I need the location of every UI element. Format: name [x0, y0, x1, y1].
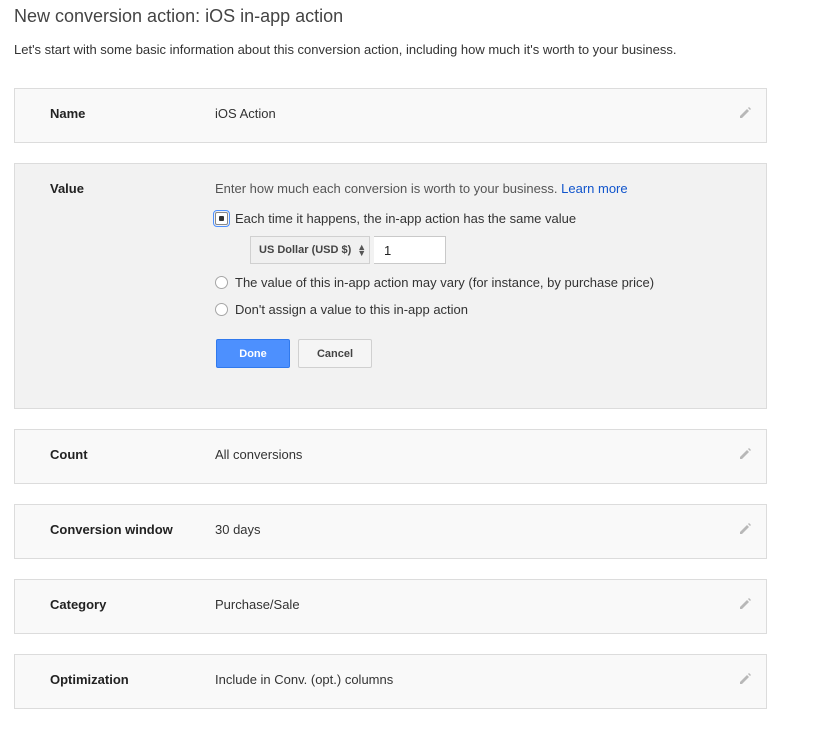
radio-label: Each time it happens, the in-app action … — [235, 211, 577, 226]
category-panel: Category Purchase/Sale — [14, 579, 767, 634]
cancel-button[interactable]: Cancel — [298, 339, 372, 368]
radio-value-varies[interactable]: The value of this in-app action may vary… — [215, 275, 654, 290]
optimization-panel: Optimization Include in Conv. (opt.) col… — [14, 654, 767, 709]
category-value: Purchase/Sale — [215, 597, 300, 612]
name-label: Name — [50, 106, 86, 121]
name-value: iOS Action — [215, 106, 276, 121]
amount-input[interactable] — [374, 236, 446, 264]
pencil-icon[interactable] — [738, 447, 752, 461]
pencil-icon[interactable] — [738, 597, 752, 611]
pencil-icon[interactable] — [738, 106, 752, 120]
radio-button[interactable] — [215, 276, 228, 289]
done-button[interactable]: Done — [216, 339, 290, 368]
conversion-window-value: 30 days — [215, 522, 261, 537]
learn-more-link[interactable]: Learn more — [561, 181, 627, 196]
pencil-icon[interactable] — [738, 672, 752, 686]
sort-arrows-icon: ▲ ▼ — [357, 242, 367, 258]
page-intro: Let's start with some basic information … — [14, 42, 677, 57]
name-panel: Name iOS Action — [14, 88, 767, 143]
page-title: New conversion action: iOS in-app action — [14, 6, 344, 26]
count-label: Count — [50, 447, 88, 462]
value-hint: Enter how much each conversion is worth … — [215, 181, 628, 196]
radio-label: The value of this in-app action may vary… — [235, 275, 655, 290]
radio-button[interactable] — [213, 210, 230, 227]
conversion-window-label: Conversion window — [50, 522, 173, 537]
radio-label: Don't assign a value to this in-app acti… — [235, 302, 469, 317]
count-panel: Count All conversions — [14, 429, 767, 484]
value-hint-text: Enter how much each conversion is worth … — [215, 181, 558, 196]
optimization-value: Include in Conv. (opt.) columns — [215, 672, 394, 687]
currency-label: US Dollar (USD $) — [259, 244, 352, 256]
optimization-label: Optimization — [50, 672, 129, 687]
category-label: Category — [50, 597, 107, 612]
count-value: All conversions — [215, 447, 303, 462]
radio-button[interactable] — [215, 303, 228, 316]
conversion-window-panel: Conversion window 30 days — [14, 504, 767, 559]
radio-same-value[interactable]: Each time it happens, the in-app action … — [213, 210, 577, 227]
value-label: Value — [50, 181, 84, 196]
value-panel: Value Enter how much each conversion is … — [14, 163, 767, 409]
radio-no-value[interactable]: Don't assign a value to this in-app acti… — [215, 302, 468, 317]
currency-select[interactable]: US Dollar (USD $) ▲ ▼ — [250, 236, 370, 264]
pencil-icon[interactable] — [738, 522, 752, 536]
